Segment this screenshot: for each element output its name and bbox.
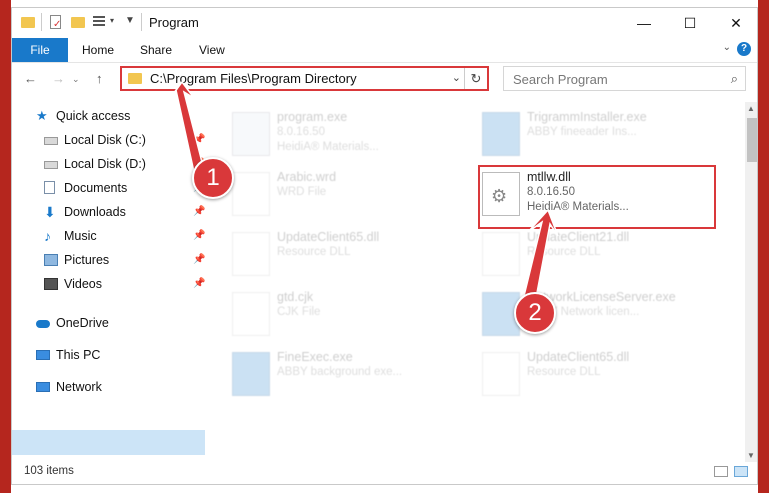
callout-2: 2 [514, 292, 556, 334]
annotation-arrows [165, 80, 559, 299]
arrow-1 [165, 80, 205, 173]
callout-1: 1 [192, 157, 234, 199]
arrow-2 [523, 208, 559, 299]
